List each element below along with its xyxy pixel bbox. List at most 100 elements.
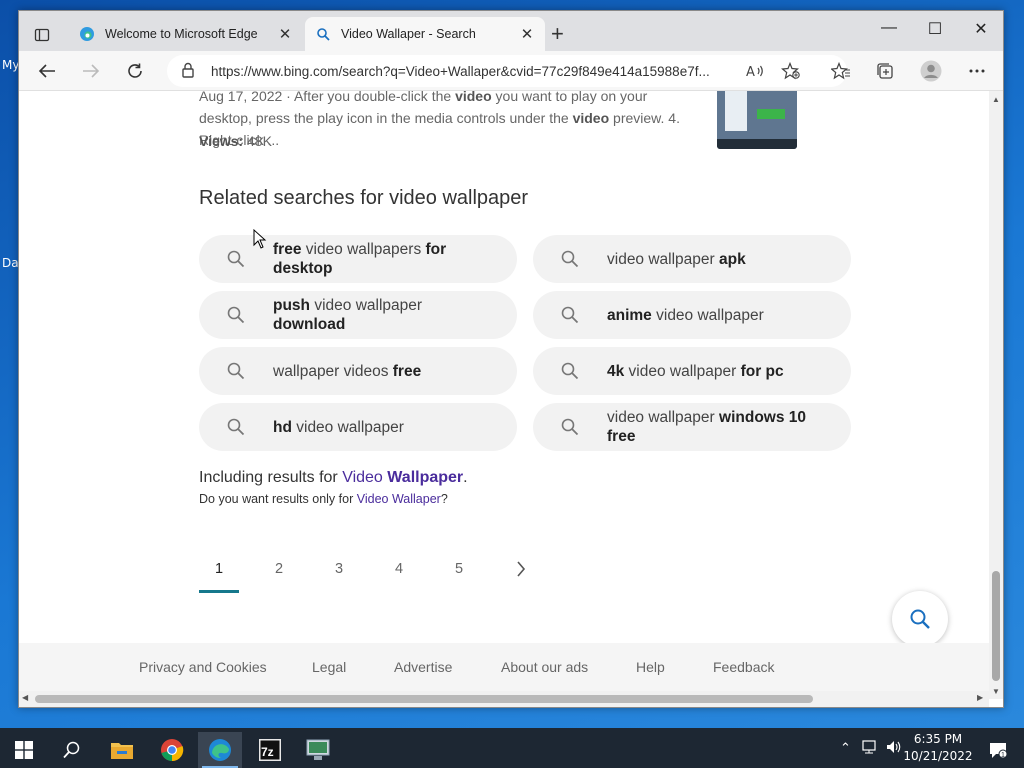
clock-date: 10/21/2022 — [903, 749, 973, 763]
add-favorite-button[interactable] — [777, 59, 805, 83]
tab-actions-icon — [34, 28, 50, 42]
new-tab-button[interactable]: + — [551, 23, 564, 45]
result-thumbnail[interactable] — [717, 91, 797, 149]
back-button[interactable] — [33, 59, 61, 83]
profile-button[interactable] — [917, 59, 945, 83]
folder-icon — [111, 743, 133, 759]
footer-link-legal[interactable]: Legal — [312, 659, 346, 675]
related-searches-title: Related searches for video wallpaper — [199, 187, 529, 209]
network-icon[interactable] — [862, 740, 878, 757]
horizontal-scrollbar[interactable]: ◀ ▶ — [19, 691, 989, 707]
related-search-text: push video wallpaper download — [273, 297, 423, 333]
footer-link-privacy[interactable]: Privacy and Cookies — [139, 659, 267, 675]
read-aloud-button[interactable]: A — [741, 59, 769, 83]
windows-logo-icon — [15, 741, 33, 759]
file-explorer-button[interactable] — [100, 732, 144, 768]
result-views: Views: 48K — [199, 133, 272, 149]
related-search-item[interactable]: hd video wallpaper — [199, 403, 517, 451]
page-4-link[interactable]: 4 — [379, 559, 419, 593]
start-button[interactable] — [2, 732, 46, 768]
related-search-text: video wallpaper windows 10 free — [607, 409, 807, 445]
footer-link-about-ads[interactable]: About our ads — [501, 659, 588, 675]
search-icon — [199, 362, 273, 380]
tab-search[interactable]: Video Wallaper - Search ✕ — [305, 17, 545, 51]
star-add-icon — [781, 62, 800, 80]
footer-link-help[interactable]: Help — [636, 659, 665, 675]
search-icon — [533, 362, 607, 380]
related-search-item[interactable]: free video wallpapers for desktop — [199, 235, 517, 283]
address-url[interactable]: https://www.bing.com/search?q=Video+Wall… — [211, 64, 741, 79]
desktop-icon-label[interactable]: Da — [2, 256, 19, 270]
minimize-button[interactable]: — — [867, 19, 911, 37]
close-tab-icon[interactable]: ✕ — [277, 25, 293, 43]
close-tab-icon[interactable]: ✕ — [519, 25, 535, 43]
original-query-link[interactable]: Video Wallaper — [357, 492, 441, 506]
taskbar-search-button[interactable] — [50, 732, 94, 768]
svg-text:A: A — [746, 65, 755, 79]
system-clock[interactable]: 6:35 PM 10/21/2022 — [902, 731, 974, 765]
edge-taskbar-button[interactable] — [198, 732, 242, 768]
search-icon — [227, 362, 245, 380]
related-search-item[interactable]: push video wallpaper download — [199, 291, 517, 339]
svg-text:7z: 7z — [261, 745, 274, 759]
browser-window: Welcome to Microsoft Edge ✕ Video Wallap… — [18, 10, 1004, 708]
search-icon — [561, 362, 579, 380]
page-1-link[interactable]: 1 — [199, 559, 239, 593]
scroll-right-icon[interactable]: ▶ — [977, 693, 983, 702]
tab-actions-button[interactable] — [27, 20, 57, 50]
close-window-button[interactable]: ✕ — [959, 19, 1003, 39]
tab-welcome[interactable]: Welcome to Microsoft Edge ✕ — [69, 17, 303, 51]
tab-title: Welcome to Microsoft Edge — [105, 27, 258, 41]
refresh-button[interactable] — [121, 59, 149, 83]
settings-more-button[interactable] — [963, 59, 991, 83]
chrome-icon — [161, 739, 184, 762]
desktop-icon-label[interactable]: My — [2, 58, 19, 72]
related-search-item[interactable]: 4k video wallpaper for pc — [533, 347, 851, 395]
related-search-item[interactable]: video wallpaper apk — [533, 235, 851, 283]
page-5-link[interactable]: 5 — [439, 559, 479, 593]
read-aloud-icon: A — [746, 65, 763, 79]
favorites-icon — [831, 62, 850, 80]
search-icon — [199, 306, 273, 324]
edge-icon — [79, 26, 95, 42]
search-icon — [561, 418, 579, 436]
next-page-button[interactable] — [501, 561, 541, 595]
chevron-up-icon[interactable]: ⌃ — [840, 740, 851, 756]
lock-icon[interactable] — [181, 62, 197, 81]
horizontal-scroll-thumb[interactable] — [35, 695, 813, 703]
7zip-icon: 7z — [259, 739, 281, 761]
vertical-scrollbar[interactable]: ▲ ▼ — [989, 91, 1003, 699]
results-only-question: Do you want results only for Video Walla… — [199, 492, 448, 506]
floating-search-button[interactable] — [892, 591, 948, 647]
search-icon — [533, 250, 607, 268]
search-icon — [561, 250, 579, 268]
page-2-link[interactable]: 2 — [259, 559, 299, 593]
search-icon — [315, 26, 331, 42]
related-search-item[interactable]: wallpaper videos free — [199, 347, 517, 395]
scroll-left-icon[interactable]: ◀ — [22, 693, 28, 702]
edge-icon — [209, 739, 231, 761]
footer-link-feedback[interactable]: Feedback — [713, 659, 774, 675]
footer-link-advertise[interactable]: Advertise — [394, 659, 452, 675]
notifications-button[interactable]: 1 — [976, 732, 1020, 768]
related-search-text: anime video wallpaper — [607, 306, 764, 324]
forward-button[interactable] — [77, 59, 105, 83]
including-results-link[interactable]: Video Wallpaper — [342, 469, 463, 486]
volume-icon[interactable] — [886, 740, 902, 757]
related-search-text: 4k video wallpaper for pc — [607, 362, 784, 380]
favorites-button[interactable] — [827, 59, 855, 83]
related-search-item[interactable]: video wallpaper windows 10 free — [533, 403, 851, 451]
related-search-text: hd video wallpaper — [273, 418, 404, 436]
related-search-item[interactable]: anime video wallpaper — [533, 291, 851, 339]
page-3-link[interactable]: 3 — [319, 559, 359, 593]
search-icon — [199, 418, 273, 436]
control-panel-button[interactable] — [296, 732, 340, 768]
7zip-button[interactable]: 7z — [248, 732, 292, 768]
vertical-scroll-thumb[interactable] — [992, 571, 1000, 681]
maximize-button[interactable]: ☐ — [913, 19, 957, 39]
collections-button[interactable] — [871, 59, 899, 83]
chrome-button[interactable] — [150, 732, 194, 768]
scroll-down-icon[interactable]: ▼ — [992, 687, 1000, 696]
search-icon — [533, 306, 607, 324]
scroll-up-icon[interactable]: ▲ — [992, 95, 1000, 104]
